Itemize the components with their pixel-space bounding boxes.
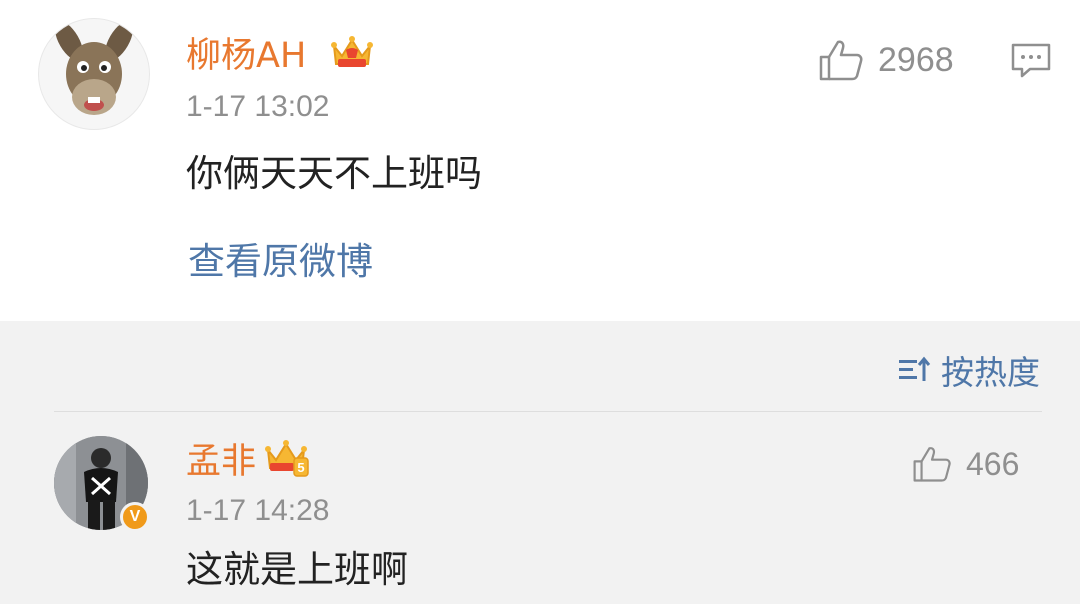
main-comment-section: 柳杨AH 1-17 13:02 你俩天天不上班吗 查看原微博 2968 [0, 0, 1080, 321]
avatar[interactable] [38, 18, 150, 130]
thumbs-up-icon [819, 40, 863, 81]
comment-text: 你俩天天不上班吗 [186, 152, 482, 195]
username[interactable]: 柳杨AH [186, 36, 306, 76]
view-original-link[interactable]: 查看原微博 [188, 240, 373, 284]
reply-like-button[interactable]: 466 [912, 444, 1019, 484]
sort-label: 按热度 [941, 353, 1040, 392]
crown-icon [331, 36, 373, 67]
divider [54, 411, 1042, 412]
reply-text: 这就是上班啊 [186, 548, 408, 591]
crown-level: 5 [297, 460, 304, 475]
like-count: 2968 [878, 40, 954, 79]
reply-like-count: 466 [966, 445, 1020, 482]
crown-icon: 5 [265, 440, 309, 477]
sort-by-heat-button[interactable]: 按热度 [897, 346, 1040, 394]
sort-icon [899, 356, 931, 381]
reply-timestamp: 1-17 14:28 [186, 494, 330, 527]
verified-badge: V [120, 502, 150, 532]
thumbs-up-icon [913, 447, 951, 482]
timestamp: 1-17 13:02 [186, 90, 330, 123]
comment-icon[interactable] [1010, 42, 1052, 80]
reply-username[interactable]: 孟非 [186, 442, 256, 482]
like-button[interactable]: 2968 [818, 38, 954, 82]
donkey-avatar-image [55, 21, 133, 115]
